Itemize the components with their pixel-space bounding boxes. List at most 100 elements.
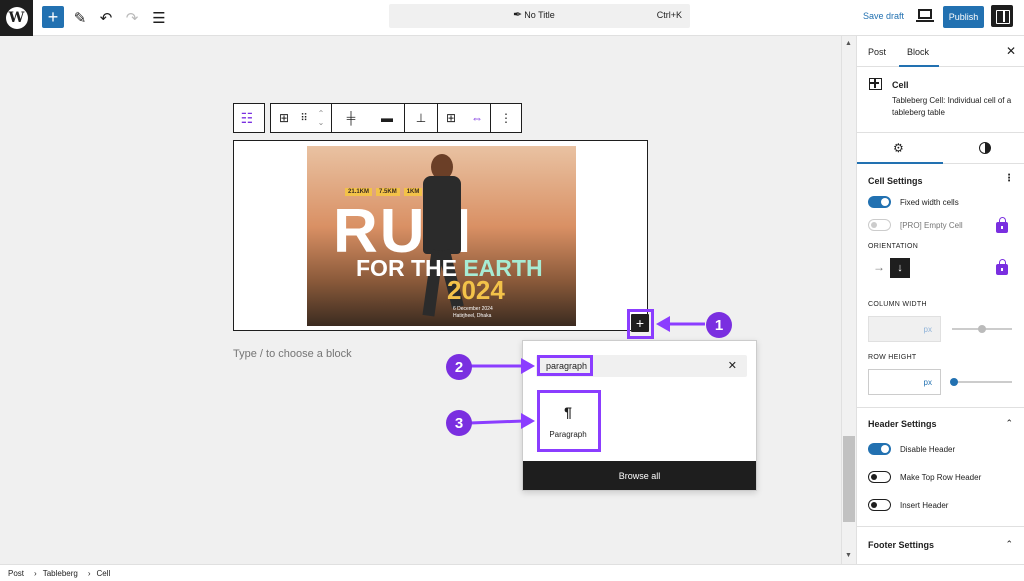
chevron-up-icon[interactable]: ⌃ bbox=[1005, 418, 1013, 429]
chevron-right-icon: › bbox=[34, 568, 37, 578]
row-height-label: ROW HEIGHT bbox=[868, 354, 917, 361]
toggle-label: Make Top Row Header bbox=[900, 472, 982, 482]
breadcrumb-item[interactable]: Tableberg bbox=[43, 569, 78, 578]
distance-badge: 21.1KM bbox=[345, 188, 373, 196]
align-center-vertical-icon[interactable]: ╪ bbox=[332, 104, 370, 132]
toggle-label: Fixed width cells bbox=[900, 197, 959, 207]
cell-settings-heading: Cell Settings bbox=[868, 176, 923, 186]
editor-top-bar: W + ✎ ↶ ↷ ☰ ✒ No Title Ctrl+K Save draft… bbox=[0, 0, 1024, 36]
move-up-down-icon[interactable]: ⌃ ⌄ bbox=[311, 104, 331, 132]
step-callout: 3 bbox=[446, 410, 472, 436]
disable-header-toggle-row[interactable]: Disable Header bbox=[868, 442, 955, 456]
width-expand-icon[interactable]: ⇔ bbox=[464, 104, 490, 132]
unit-label: px bbox=[923, 378, 932, 387]
race-distances: 21.1KM 7.5KM 1KM bbox=[345, 188, 423, 196]
insert-header-toggle[interactable] bbox=[868, 499, 891, 511]
empty-cell-toggle-row[interactable]: [PRO] Empty Cell bbox=[868, 218, 963, 232]
fixed-width-toggle[interactable] bbox=[868, 196, 891, 208]
table-icon[interactable]: ⊞ bbox=[438, 104, 464, 132]
step-callout: 1 bbox=[706, 312, 732, 338]
publish-button[interactable]: Publish bbox=[943, 6, 984, 28]
breadcrumb-item[interactable]: Post bbox=[8, 569, 24, 578]
callout-highlight-box bbox=[627, 309, 654, 339]
save-draft-button[interactable]: Save draft bbox=[863, 11, 904, 21]
top-row-header-toggle-row[interactable]: Make Top Row Header bbox=[868, 470, 981, 484]
tab-post[interactable]: Post bbox=[868, 47, 886, 57]
scrollbar-thumb[interactable] bbox=[843, 436, 855, 522]
row-height-input[interactable]: px bbox=[868, 369, 941, 395]
block-description: Tableberg Cell: Individual cell of a tab… bbox=[892, 96, 1012, 117]
callout-highlight-box bbox=[537, 355, 593, 376]
tools-pen-icon[interactable]: ✎ bbox=[72, 5, 88, 31]
close-icon[interactable]: ✕ bbox=[728, 359, 737, 372]
toggle-label: Disable Header bbox=[900, 444, 956, 454]
block-toolbar-group-3: ⊥ bbox=[404, 103, 438, 133]
lock-icon bbox=[996, 259, 1008, 275]
footer-settings-heading[interactable]: Footer Settings bbox=[868, 540, 934, 550]
block-placeholder[interactable]: Type / to choose a block bbox=[233, 348, 352, 360]
sidebar-tabs: Post Block ✕ bbox=[857, 36, 1024, 67]
command-palette-bar[interactable]: ✒ No Title Ctrl+K bbox=[389, 4, 690, 28]
lock-icon bbox=[996, 217, 1008, 233]
more-options-icon[interactable]: ⋮ bbox=[491, 104, 521, 132]
shortcut-hint: Ctrl+K bbox=[656, 10, 682, 20]
undo-icon[interactable]: ↶ bbox=[98, 5, 114, 31]
toggle-label: Insert Header bbox=[900, 500, 949, 510]
slider-thumb[interactable] bbox=[978, 325, 986, 333]
block-toolbar-group-2: ╪ ▬ bbox=[331, 103, 405, 133]
tableberg-parent-button[interactable]: ☷ bbox=[233, 103, 265, 133]
settings-sidebar-toggle-icon[interactable] bbox=[991, 5, 1013, 27]
row-height-slider[interactable] bbox=[950, 378, 1012, 386]
justify-icon[interactable]: ▬ bbox=[370, 104, 404, 132]
poster-date: 6 December 2024 Hatirjheel, Dhaka bbox=[453, 306, 493, 319]
align-bottom-icon[interactable]: ⊥ bbox=[405, 104, 437, 132]
distance-badge: 7.5KM bbox=[376, 188, 400, 196]
browse-all-button[interactable]: Browse all bbox=[523, 461, 756, 490]
settings-sidebar: Post Block ✕ Cell Tableberg Cell: Indivi… bbox=[856, 36, 1024, 564]
unit-label: px bbox=[923, 325, 932, 334]
wordpress-logo-button[interactable]: W bbox=[0, 0, 33, 36]
empty-cell-toggle[interactable] bbox=[868, 219, 891, 231]
block-breadcrumb: Post › Tableberg › Cell bbox=[0, 564, 1024, 581]
column-width-slider[interactable] bbox=[952, 325, 1012, 333]
settings-style-tabs: ⚙ bbox=[857, 132, 1024, 164]
callout-highlight-box bbox=[537, 390, 601, 452]
fixed-width-toggle-row[interactable]: Fixed width cells bbox=[868, 195, 959, 209]
toggle-label: [PRO] Empty Cell bbox=[900, 220, 963, 230]
drag-handle-icon[interactable]: ⠿ bbox=[297, 104, 311, 132]
chevron-up-icon[interactable]: ⌃ bbox=[1005, 539, 1013, 550]
chevron-right-icon: › bbox=[87, 568, 91, 578]
tableberg-table-cell[interactable]: 21.1KM 7.5KM 1KM RUN FOR THE EARTH 2024 … bbox=[233, 140, 648, 331]
close-icon[interactable]: ✕ bbox=[1006, 44, 1016, 58]
step-callout: 2 bbox=[446, 354, 472, 380]
block-card: Cell Tableberg Cell: Individual cell of … bbox=[857, 68, 1024, 130]
arrow-down-icon[interactable]: ↓ bbox=[890, 258, 910, 278]
slider-thumb[interactable] bbox=[950, 378, 958, 386]
scroll-up-icon[interactable]: ▲ bbox=[845, 40, 852, 47]
column-width-input[interactable]: px bbox=[868, 316, 941, 342]
tab-block[interactable]: Block bbox=[898, 47, 940, 67]
header-settings-heading[interactable]: Header Settings bbox=[868, 419, 937, 429]
block-inserter-toggle-button[interactable]: + bbox=[42, 6, 64, 28]
block-toolbar: ☷ ⊞ ⠿ ⌃ ⌄ ╪ ▬ ⊥ ⊞ ⇔ ⋮ bbox=[233, 103, 522, 133]
preview-icon[interactable] bbox=[916, 9, 934, 22]
more-options-icon[interactable]: ⋮ bbox=[1004, 173, 1014, 184]
breadcrumb-item: Cell bbox=[96, 568, 111, 578]
scroll-down-icon[interactable]: ▼ bbox=[845, 552, 852, 559]
top-row-header-toggle[interactable] bbox=[868, 471, 891, 483]
block-toolbar-group-5: ⋮ bbox=[490, 103, 522, 133]
tableberg-icon: ☷ bbox=[240, 109, 254, 126]
orientation-label: ORIENTATION bbox=[868, 243, 919, 250]
document-title: No Title bbox=[524, 10, 555, 20]
styles-contrast-icon[interactable] bbox=[979, 142, 991, 154]
run-for-the-earth-poster-image: 21.1KM 7.5KM 1KM RUN FOR THE EARTH 2024 … bbox=[307, 146, 576, 326]
wordpress-logo-icon: W bbox=[5, 7, 28, 29]
cell-block-icon[interactable]: ⊞ bbox=[271, 104, 297, 132]
disable-header-toggle[interactable] bbox=[868, 443, 891, 455]
gear-icon[interactable]: ⚙ bbox=[893, 141, 904, 155]
document-overview-icon[interactable]: ☰ bbox=[150, 5, 168, 31]
redo-icon[interactable]: ↷ bbox=[124, 5, 140, 31]
insert-header-toggle-row[interactable]: Insert Header bbox=[868, 498, 948, 512]
arrow-right-icon[interactable]: → bbox=[873, 260, 885, 274]
canvas-scrollbar[interactable]: ▲ ▼ bbox=[841, 36, 856, 564]
